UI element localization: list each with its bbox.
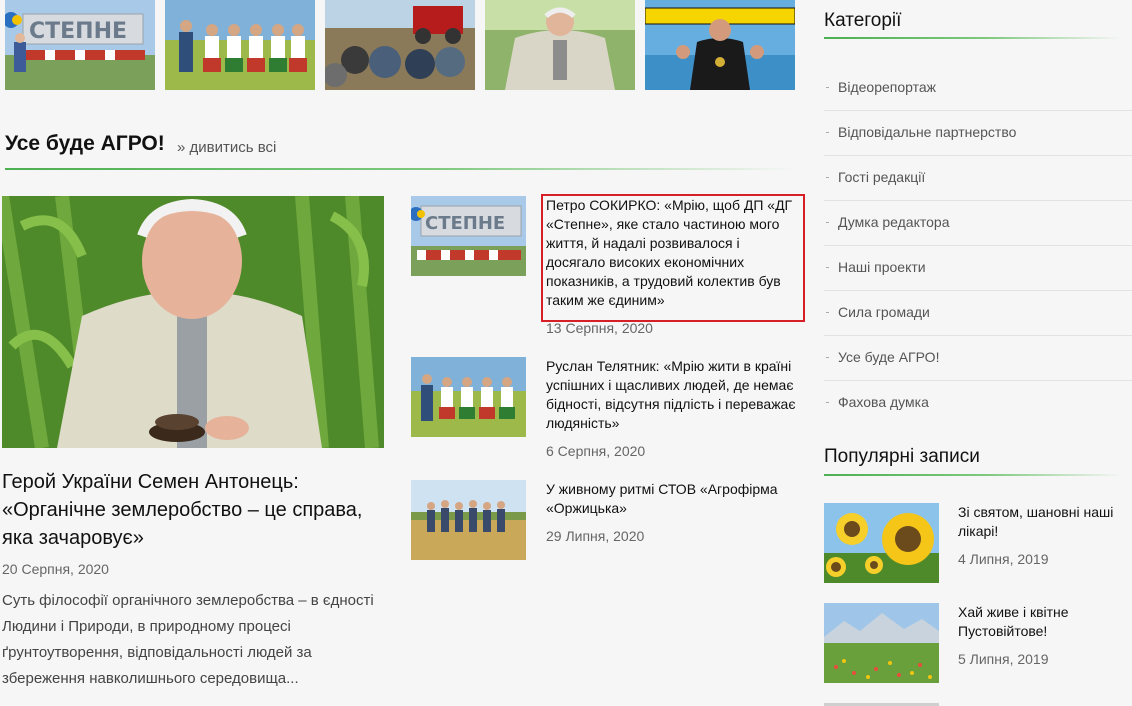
popular-title-1[interactable]: Зі святом, шановні наші лікарі! — [958, 503, 1128, 541]
article-thumb-2[interactable] — [411, 357, 526, 437]
category-link[interactable]: Наші проекти — [838, 259, 926, 275]
article-title-3[interactable]: У живному ритмі СТОВ «Агрофірма «Оржицьк… — [546, 480, 801, 518]
view-all-link[interactable]: » дивитись всі — [177, 139, 276, 156]
gallery-thumb-5[interactable] — [645, 0, 795, 90]
category-link[interactable]: Сила громади — [838, 304, 930, 320]
category-item-videoreport[interactable]: Відеорепортаж — [824, 66, 1132, 111]
featured-article-image[interactable] — [2, 196, 384, 448]
category-link[interactable]: Фахова думка — [838, 394, 929, 410]
article-date-2: 6 Серпня, 2020 — [546, 443, 646, 459]
article-date-1: 13 Серпня, 2020 — [546, 320, 653, 336]
featured-article-date: 20 Серпня, 2020 — [2, 561, 109, 577]
popular-thumb-1[interactable] — [824, 503, 939, 583]
categories-heading: Категорії — [824, 10, 902, 31]
selected-article-highlight — [541, 194, 805, 322]
bullet-icon — [826, 402, 829, 403]
category-item-our-projects[interactable]: Наші проекти — [824, 246, 1132, 291]
bullet-icon — [826, 357, 829, 358]
bullet-icon — [826, 132, 829, 133]
bullet-icon — [826, 267, 829, 268]
featured-article-title[interactable]: Герой України Семен Антонець: «Органічне… — [2, 468, 392, 552]
category-item-partnership[interactable]: Відповідальне партнерство — [824, 111, 1132, 156]
svg-text:СТЕПНЕ: СТЕПНЕ — [425, 213, 505, 234]
category-link[interactable]: Усе буде АГРО! — [838, 349, 939, 365]
gallery-thumb-2[interactable] — [165, 0, 315, 90]
category-link[interactable]: Гості редакції — [838, 169, 925, 185]
gallery-thumb-1[interactable]: СТЕПНЕ — [5, 0, 155, 90]
category-link[interactable]: Думка редактора — [838, 214, 949, 230]
bullet-icon — [826, 87, 829, 88]
section-divider — [5, 168, 795, 170]
popular-title-2[interactable]: Хай живе і квітне Пустовійтове! — [958, 603, 1128, 641]
category-link[interactable]: Відповідальне партнерство — [838, 124, 1016, 140]
article-thumb-3[interactable] — [411, 480, 526, 560]
svg-text:СТЕПНЕ: СТЕПНЕ — [29, 19, 127, 44]
article-date-3: 29 Липня, 2020 — [546, 528, 645, 544]
categories-divider — [824, 37, 1122, 39]
section-title[interactable]: Усе буде АГРО! — [5, 132, 165, 156]
category-item-agro[interactable]: Усе буде АГРО! — [824, 336, 1132, 381]
category-item-community[interactable]: Сила громади — [824, 291, 1132, 336]
gallery-thumb-3[interactable] — [325, 0, 475, 90]
bullet-icon — [826, 177, 829, 178]
popular-thumb-2[interactable] — [824, 603, 939, 683]
featured-article-excerpt: Суть філософії органічного землеробства … — [2, 592, 374, 687]
category-item-expert-opinion[interactable]: Фахова думка — [824, 381, 1132, 425]
article-title-2[interactable]: Руслан Телятник: «Мрію жити в країні усп… — [546, 357, 801, 433]
category-item-editor-opinion[interactable]: Думка редактора — [824, 201, 1132, 246]
popular-date-2: 5 Липня, 2019 — [958, 651, 1049, 667]
popular-heading: Популярні записи — [824, 446, 980, 467]
category-item-guests[interactable]: Гості редакції — [824, 156, 1132, 201]
popular-divider — [824, 474, 1122, 476]
bullet-icon — [826, 222, 829, 223]
gallery-thumb-4[interactable] — [485, 0, 635, 90]
popular-date-1: 4 Липня, 2019 — [958, 551, 1049, 567]
category-link[interactable]: Відеорепортаж — [838, 79, 936, 95]
category-list: Відеорепортаж Відповідальне партнерство … — [824, 66, 1132, 425]
article-thumb-1[interactable]: СТЕПНЕ — [411, 196, 526, 276]
bullet-icon — [826, 312, 829, 313]
